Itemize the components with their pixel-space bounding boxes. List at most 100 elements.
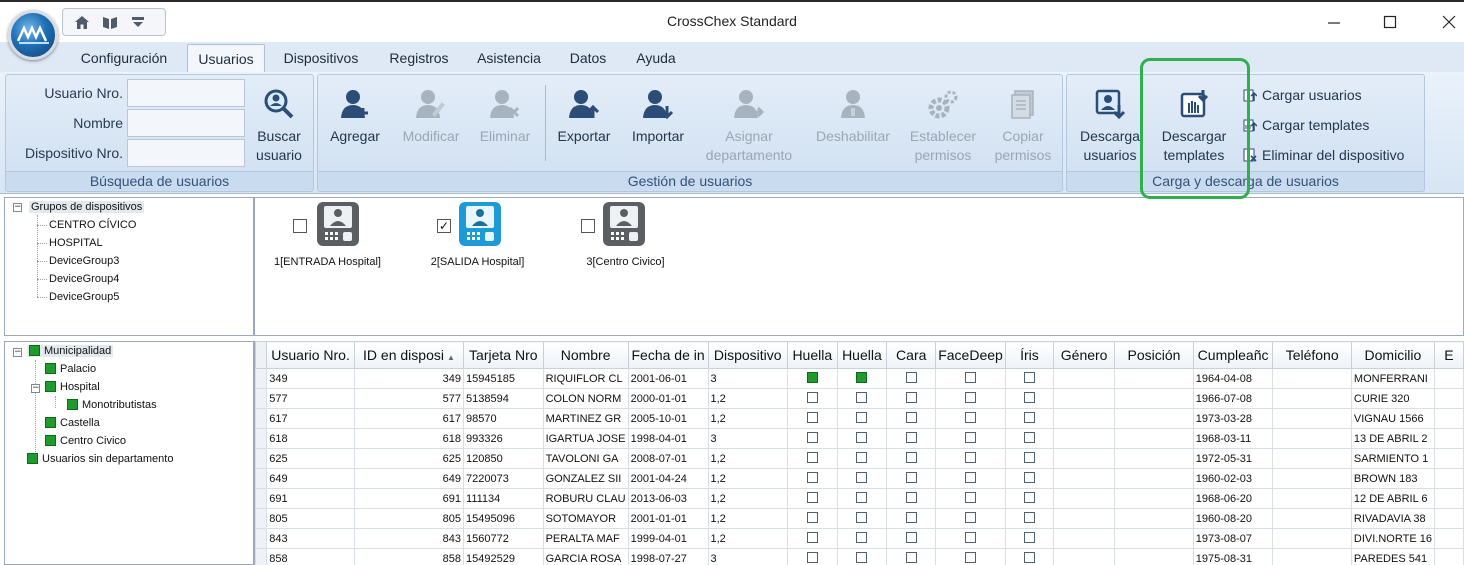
dept-item-palacio[interactable]: Palacio [45,363,96,375]
table-cell[interactable] [935,548,1006,565]
table-cell[interactable] [1114,368,1194,389]
cell-checkbox[interactable] [856,412,868,423]
cell-checkbox[interactable] [965,472,977,483]
table-cell[interactable]: GONZALEZ SII [542,468,629,489]
table-cell[interactable] [1272,548,1352,565]
table-cell[interactable] [836,548,888,565]
table-cell[interactable] [886,488,937,509]
cell-checkbox[interactable] [856,512,868,523]
table-cell[interactable]: 1560772 [463,528,544,549]
upload-templates-button[interactable]: Cargar templates [1243,114,1369,136]
cell-checkbox[interactable] [806,452,818,463]
table-cell[interactable] [1272,448,1352,469]
cell-checkbox[interactable] [965,432,977,443]
table-cell[interactable] [886,548,937,565]
column-header[interactable]: E [1433,341,1464,369]
table-cell[interactable]: 617 [266,408,355,429]
table-cell[interactable]: SOTOMAYOR [542,508,629,529]
cell-checkbox[interactable] [1023,452,1035,463]
table-cell[interactable] [255,468,268,489]
dept-item-sin-departamento[interactable]: Usuarios sin departamento [27,453,173,465]
table-cell[interactable] [1004,368,1054,389]
table-cell[interactable] [1114,548,1194,565]
table-cell[interactable] [836,408,888,429]
table-cell[interactable] [1272,508,1352,529]
table-cell[interactable] [836,528,888,549]
table-cell[interactable] [255,428,268,449]
column-header[interactable]: Cara [886,341,937,369]
device-checkbox[interactable] [293,219,307,233]
table-cell[interactable]: 2001-06-01 [627,368,709,389]
close-button[interactable] [1437,10,1461,34]
table-cell[interactable] [1052,468,1116,489]
device-no-input[interactable] [127,139,245,167]
table-cell[interactable]: 625 [266,448,355,469]
table-row[interactable]: 625 625 120850 TAVOLONI GA 2008-07-01 1,2 1972… [255,448,1464,469]
table-cell[interactable]: 349 [266,368,355,389]
import-users-button[interactable]: Importar [623,87,693,146]
tab-asistencia[interactable]: Asistencia [466,44,552,72]
column-header[interactable]: ID en disposi ▲ [353,341,465,369]
table-cell[interactable]: 805 [353,508,465,529]
device-group-item[interactable]: HOSPITAL [49,237,103,249]
table-cell[interactable] [836,448,888,469]
device-groups-root[interactable]: Grupos de dispositivos [29,201,145,213]
table-cell[interactable] [1052,368,1116,389]
cell-checkbox[interactable] [806,472,818,483]
table-cell[interactable] [1433,528,1464,549]
table-row[interactable]: 617 617 98570 MARTINEZ GR 2005-10-01 1,2 1973-… [255,408,1464,429]
device-card[interactable]: ✓ 2[SALIDA Hospital] [415,201,540,271]
table-cell[interactable]: 1,2 [707,388,788,409]
table-cell[interactable]: PERALTA MAF [542,528,629,549]
table-cell[interactable]: 691 [353,488,465,509]
table-cell[interactable]: BROWN 183 [1350,468,1435,489]
table-cell[interactable]: 577 [353,388,465,409]
table-cell[interactable]: 1998-04-01 [627,428,709,449]
table-cell[interactable] [255,448,268,469]
maximize-button[interactable] [1378,10,1402,34]
cell-checkbox[interactable] [1023,432,1035,443]
table-cell[interactable] [935,448,1006,469]
collapse-toggle[interactable]: − [13,348,22,357]
device-checkbox[interactable] [581,219,595,233]
cell-checkbox[interactable] [1023,392,1035,403]
table-cell[interactable] [786,488,838,509]
table-cell[interactable]: 12 DE ABRIL 6 [1350,488,1435,509]
cell-checkbox[interactable] [965,452,977,463]
table-cell[interactable] [1114,428,1194,449]
column-header[interactable]: Teléfono [1272,341,1352,369]
cell-checkbox[interactable] [806,432,818,443]
cell-checkbox[interactable] [905,432,917,443]
table-cell[interactable] [1272,388,1352,409]
table-cell[interactable] [1114,508,1194,529]
tab-usuarios[interactable]: Usuarios [187,44,265,72]
cell-checkbox[interactable] [856,492,868,503]
delete-user-button[interactable]: Eliminar [470,87,540,146]
cell-checkbox[interactable] [806,532,818,543]
table-cell[interactable] [886,388,937,409]
table-cell[interactable]: 1966-07-08 [1192,388,1274,409]
table-cell[interactable] [1114,468,1194,489]
table-cell[interactable] [1052,528,1116,549]
table-cell[interactable] [1114,408,1194,429]
table-cell[interactable]: 2008-07-01 [627,448,709,469]
cell-checkbox[interactable] [1023,472,1035,483]
table-cell[interactable] [1433,488,1464,509]
column-header[interactable]: Íris [1004,341,1054,369]
table-cell[interactable] [1433,448,1464,469]
table-cell[interactable] [1272,408,1352,429]
column-header[interactable]: Posición [1114,341,1194,369]
table-cell[interactable]: MONFERRANI [1350,368,1435,389]
table-cell[interactable]: 1998-07-27 [627,548,709,565]
table-cell[interactable] [1272,488,1352,509]
upload-users-button[interactable]: Cargar usuarios [1243,84,1362,106]
table-cell[interactable] [1433,408,1464,429]
table-cell[interactable] [836,368,888,389]
table-cell[interactable]: 1973-08-07 [1192,528,1274,549]
table-cell[interactable] [1004,428,1054,449]
table-cell[interactable]: 1,2 [707,508,788,529]
table-cell[interactable] [1433,428,1464,449]
table-cell[interactable] [1433,368,1464,389]
cell-checkbox[interactable] [965,492,977,503]
column-header[interactable]: FaceDeep [935,341,1006,369]
